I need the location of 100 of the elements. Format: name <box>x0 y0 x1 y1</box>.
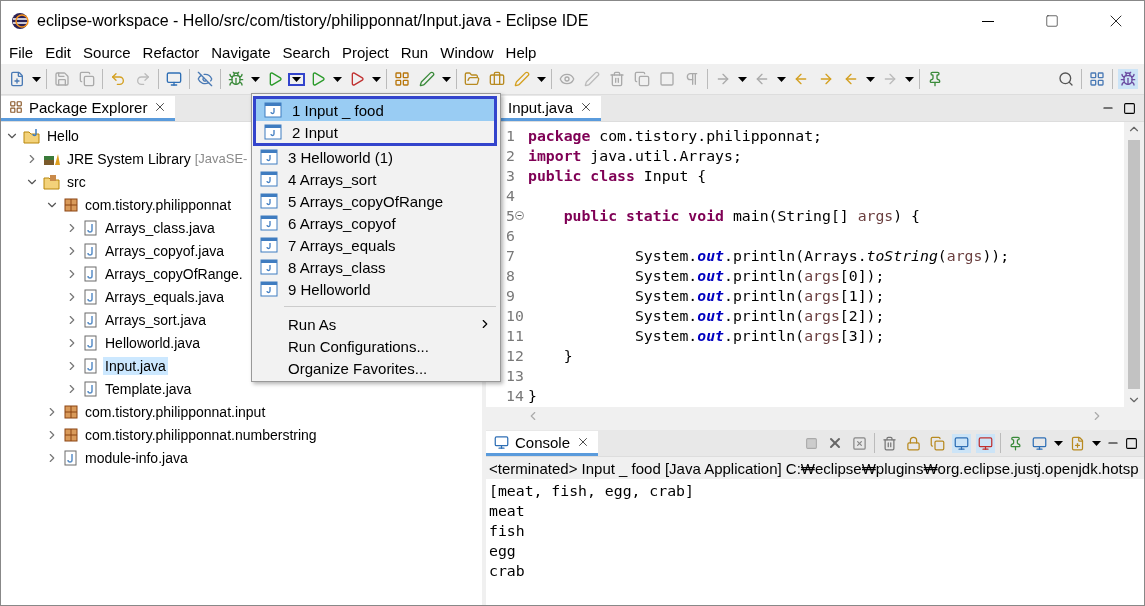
java-file-icon <box>83 334 99 351</box>
menu-item[interactable]: Source <box>77 41 137 64</box>
java-file-icon <box>83 288 99 305</box>
tree-item[interactable]: module-info.java <box>83 448 190 467</box>
launch-config-icon <box>260 259 278 275</box>
save-icon <box>54 71 70 87</box>
tree-item[interactable]: Template.java <box>103 379 194 398</box>
tree-item[interactable]: JRE System Library <box>65 149 193 168</box>
tree-item[interactable]: com.tistory.philipponnat <box>83 195 234 214</box>
tree-item[interactable]: Helloworld.java <box>103 333 202 352</box>
show-on-output-button[interactable] <box>952 433 971 453</box>
menu-item[interactable]: File <box>3 41 40 64</box>
menu-item[interactable]: Edit <box>39 41 78 64</box>
caret-icon[interactable] <box>866 76 875 82</box>
menu-item[interactable]: Refactor <box>136 41 206 64</box>
menu-item[interactable]: 7 Arrays_equals <box>252 234 500 256</box>
tree-item[interactable]: Arrays_copyOfRange. <box>103 264 245 283</box>
caret-icon[interactable] <box>777 76 786 82</box>
debug-icon <box>228 71 244 87</box>
launch-config-icon <box>260 171 278 187</box>
menu-item[interactable]: Help <box>499 41 543 64</box>
menu-item[interactable]: Navigate <box>205 41 277 64</box>
java-file-icon <box>83 242 99 259</box>
skip-breakpoints-button[interactable] <box>195 69 215 89</box>
line-number: 1 <box>506 126 515 144</box>
tree-item[interactable]: Arrays_sort.java <box>103 310 209 329</box>
menu-item[interactable]: 6 Arrays_copyof <box>252 212 500 234</box>
tree-item[interactable]: Arrays_copyof.java <box>103 241 227 260</box>
launch-config-icon <box>260 215 278 231</box>
tree-item[interactable]: Input.java <box>103 356 168 375</box>
maximize-icon[interactable] <box>1125 436 1138 450</box>
menu-item[interactable]: Project <box>336 41 395 64</box>
menu-item[interactable]: 8 Arrays_class <box>252 256 500 278</box>
menu-item[interactable]: Organize Favorites... <box>252 357 500 379</box>
launch-config-icon <box>260 193 278 209</box>
copy-icon <box>634 71 650 87</box>
launch-config-icon <box>264 102 282 118</box>
show-on-error-button[interactable] <box>976 433 995 453</box>
previous-annotation-icon <box>754 71 770 87</box>
menu-item[interactable]: 4 Arrays_sort <box>252 168 500 190</box>
view-tab[interactable]: Package Explorer <box>1 96 176 121</box>
tree-item[interactable]: com.tistory.philipponnat.numberstring <box>83 425 319 444</box>
caret-icon[interactable] <box>251 76 260 82</box>
caret-icon[interactable] <box>1054 440 1063 446</box>
line-number: 2 <box>506 146 515 164</box>
menu-item[interactable]: 3 Helloworld (1) <box>252 146 500 168</box>
menu-item[interactable]: 2 Input <box>256 121 494 143</box>
line-number: 14 <box>506 386 524 404</box>
pin-editor-icon <box>927 71 943 87</box>
last-edit-icon <box>793 71 809 87</box>
menu-item[interactable]: Window <box>434 41 500 64</box>
run-icon <box>267 71 283 87</box>
eclipse-logo-icon <box>11 12 29 30</box>
next-annotation-icon <box>715 71 731 87</box>
caret-icon[interactable] <box>905 76 914 82</box>
line-number: 11 <box>506 326 524 344</box>
caret-icon[interactable] <box>32 76 41 82</box>
menu-item[interactable]: 1 Input _ food <box>256 99 494 121</box>
caret-icon[interactable] <box>1092 440 1101 446</box>
window-title: eclipse-workspace - Hello/src/com/tistory/philipponnat/Input.java - Eclipse IDE <box>37 12 590 30</box>
line-number: 13 <box>506 366 524 384</box>
code-line: public class Input { <box>528 166 707 184</box>
tree-item[interactable]: src <box>65 172 88 191</box>
java-file-icon <box>83 311 99 328</box>
line-number: 9 <box>506 286 515 304</box>
menu-item[interactable]: Run As <box>252 313 500 335</box>
package-icon <box>63 196 79 213</box>
open-perspective-button[interactable] <box>1087 69 1107 89</box>
tree-item[interactable]: Hello <box>45 126 81 145</box>
console-tab[interactable]: Console <box>486 431 599 456</box>
fold-icon[interactable] <box>514 210 524 220</box>
caret-icon[interactable] <box>442 76 451 82</box>
menu-item[interactable]: Search <box>276 41 336 64</box>
vertical-scrollbar[interactable] <box>1124 122 1144 407</box>
line-number: 6 <box>506 226 515 244</box>
menu-item[interactable]: Run <box>394 41 435 64</box>
menu-item[interactable]: Run Configurations... <box>252 335 500 357</box>
search-icon <box>1058 71 1074 87</box>
new-file-icon <box>9 71 25 87</box>
menu-item[interactable]: 9 Helloworld <box>252 278 500 300</box>
tree-item[interactable]: Arrays_class.java <box>103 218 217 237</box>
editor-tab[interactable]: Input.java <box>500 96 602 121</box>
console-output-line: meat <box>489 502 525 519</box>
line-number: 12 <box>506 346 524 364</box>
tree-item[interactable]: Arrays_equals.java <box>103 287 227 306</box>
maximize-icon[interactable] <box>1123 101 1136 115</box>
caret-icon[interactable] <box>333 76 342 82</box>
launch-config-icon <box>260 281 278 297</box>
caret-icon[interactable] <box>738 76 747 82</box>
tree-item[interactable]: com.tistory.philipponnat.input <box>83 402 268 421</box>
next-edit-icon <box>818 71 834 87</box>
launch-config-icon <box>264 124 282 140</box>
open-perspective-icon <box>1089 71 1105 87</box>
highlight-icon <box>584 71 600 87</box>
caret-icon[interactable] <box>537 76 546 82</box>
java-perspective-button[interactable] <box>1118 69 1138 89</box>
monitor-icon <box>978 435 993 451</box>
caret-icon[interactable] <box>372 76 381 82</box>
menu-item[interactable]: 5 Arrays_copyOfRange <box>252 190 500 212</box>
remove-icon <box>827 435 843 451</box>
